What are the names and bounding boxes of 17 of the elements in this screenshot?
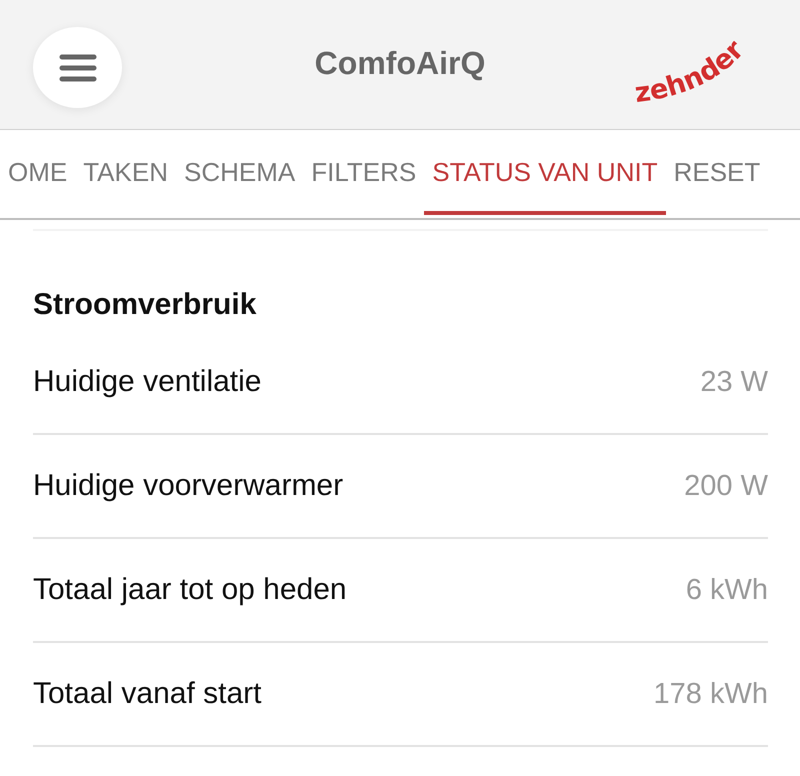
app-title: ComfoAirQ (314, 45, 486, 82)
row-value: 23 W (700, 366, 768, 398)
row-value: 6 kWh (686, 574, 768, 606)
row-label: Huidige voorverwarmer (33, 469, 344, 503)
menu-icon (58, 52, 98, 82)
nav-tab[interactable]: STATUS VAN UNIT (424, 130, 666, 215)
row-label: Huidige ventilatie (33, 365, 262, 399)
nav-tab[interactable]: TAKEN (75, 130, 176, 215)
row-value: 178 kWh (654, 678, 768, 710)
nav-tab[interactable]: SCHEMA (176, 130, 304, 215)
nav-tab[interactable]: FILTERS (303, 130, 424, 215)
section-title: Stroomverbruik (33, 288, 258, 323)
row-label: Totaal jaar tot op heden (33, 573, 347, 607)
row-label: Totaal vanaf start (33, 677, 262, 711)
nav-tab[interactable]: OME (0, 130, 76, 215)
row-value: 200 W (684, 470, 768, 502)
nav-tab[interactable]: RESET (666, 130, 768, 215)
